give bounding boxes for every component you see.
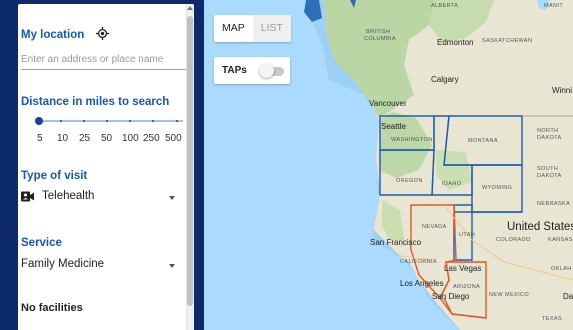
map-label-montana: MONTANA — [468, 138, 498, 144]
map-label-utah: UTAH — [459, 232, 476, 238]
distance-title: Distance in miles to search — [21, 96, 170, 108]
map-view-button[interactable]: MAP — [214, 15, 253, 42]
slider-tick — [83, 120, 85, 122]
video-icon — [21, 191, 34, 202]
list-view-button[interactable]: LIST — [252, 15, 291, 42]
map-view[interactable]: ALBERTA MANIT BRITISH COLUMBIA Edmonton … — [204, 0, 573, 330]
map-label-alberta: ALBERTA — [431, 3, 459, 9]
my-location-title: My location — [21, 29, 85, 41]
map-label-north: NORTH — [537, 128, 559, 134]
map-label-kansas: KANSAS — [548, 237, 573, 243]
distance-option-label[interactable]: 250 — [143, 133, 160, 144]
map-label-manitoba: MANIT — [544, 3, 564, 9]
crosshair-icon[interactable] — [96, 27, 109, 40]
slider-tick — [129, 120, 131, 122]
visit-type-select[interactable]: Telehealth — [21, 189, 177, 207]
slider-tick — [176, 120, 178, 122]
map-label-saskatchewan: SASKATCHEWAN — [482, 38, 533, 44]
map-label-seattle: Seattle — [381, 122, 406, 131]
map-label-idaho: IDAHO — [442, 181, 462, 187]
results-status-text: No facilities — [21, 302, 83, 314]
map-label-texas: TEXAS — [542, 316, 563, 322]
map-label-ndakota: DAKOTA — [537, 135, 562, 141]
map-label-south: SOUTH — [537, 166, 559, 172]
map-label-sdakota: DAKOTA — [537, 173, 562, 179]
slider-tick — [60, 120, 62, 122]
taps-switch-thumb[interactable] — [259, 63, 274, 78]
map-label-columbia: COLUMBIA — [364, 36, 396, 42]
map-label-calgary: Calgary — [431, 75, 459, 84]
distance-option-label[interactable]: 500 — [165, 133, 182, 144]
map-list-toggle: MAP LIST — [214, 15, 291, 42]
map-label-dallas: Dal — [563, 292, 573, 301]
slider-tick — [106, 120, 108, 122]
taps-toggle-control: TAPs — [214, 57, 290, 84]
dropdown-arrow-icon — [169, 196, 175, 200]
distance-option-label[interactable]: 50 — [101, 133, 112, 144]
map-label-washington: WASHINGTON — [391, 137, 433, 143]
location-search-input[interactable] — [21, 50, 186, 70]
map-label-united-states: United States — [507, 221, 573, 233]
distance-slider-thumb[interactable] — [35, 117, 43, 125]
scroll-up-arrow-icon[interactable] — [187, 6, 193, 10]
distance-option-label[interactable]: 25 — [79, 133, 90, 144]
service-select[interactable]: Family Medicine — [21, 257, 177, 275]
sidebar: My location Distance in miles to search … — [0, 0, 204, 330]
visit-type-title: Type of visit — [21, 170, 88, 182]
distance-option-label[interactable]: 100 — [122, 133, 139, 144]
service-value: Family Medicine — [21, 258, 105, 270]
scrollbar[interactable] — [186, 4, 194, 330]
dropdown-arrow-icon — [169, 264, 175, 268]
map-label-british: BRITISH — [366, 29, 391, 35]
map-label-edmonton: Edmonton — [437, 38, 474, 47]
map-label-oregon: OREGON — [396, 178, 423, 184]
map-label-san-francisco: San Francisco — [370, 238, 422, 247]
map-label-california: CALIFORNIA — [400, 259, 438, 265]
scrollbar-thumb[interactable] — [187, 16, 193, 306]
distance-option-label[interactable]: 10 — [57, 133, 68, 144]
map-label-nevada: NEVADA — [422, 224, 447, 230]
distance-option-label[interactable]: 5 — [37, 133, 43, 144]
map-label-vancouver: Vancouver — [369, 99, 407, 108]
map-label-nebraska: NEBRASKA — [537, 201, 571, 207]
map-label-arizona: ARIZONA — [453, 284, 481, 290]
map-label-wyoming: WYOMING — [482, 185, 513, 191]
map-canvas[interactable] — [204, 0, 573, 330]
map-label-los-angeles: Los Angeles — [400, 279, 444, 288]
visit-type-value: Telehealth — [42, 190, 95, 202]
map-label-oklahoma: OKLAH — [551, 266, 572, 272]
map-label-colorado: COLORADO — [496, 237, 531, 243]
map-label-winnipeg: Winni — [552, 86, 573, 95]
map-label-new-mexico: NEW MEXICO — [489, 292, 530, 298]
taps-label: TAPs — [222, 65, 247, 76]
map-label-las-vegas: Las Vegas — [444, 264, 482, 273]
slider-tick — [152, 120, 154, 122]
service-title: Service — [21, 237, 62, 249]
map-label-san-diego: San Diego — [432, 292, 470, 301]
